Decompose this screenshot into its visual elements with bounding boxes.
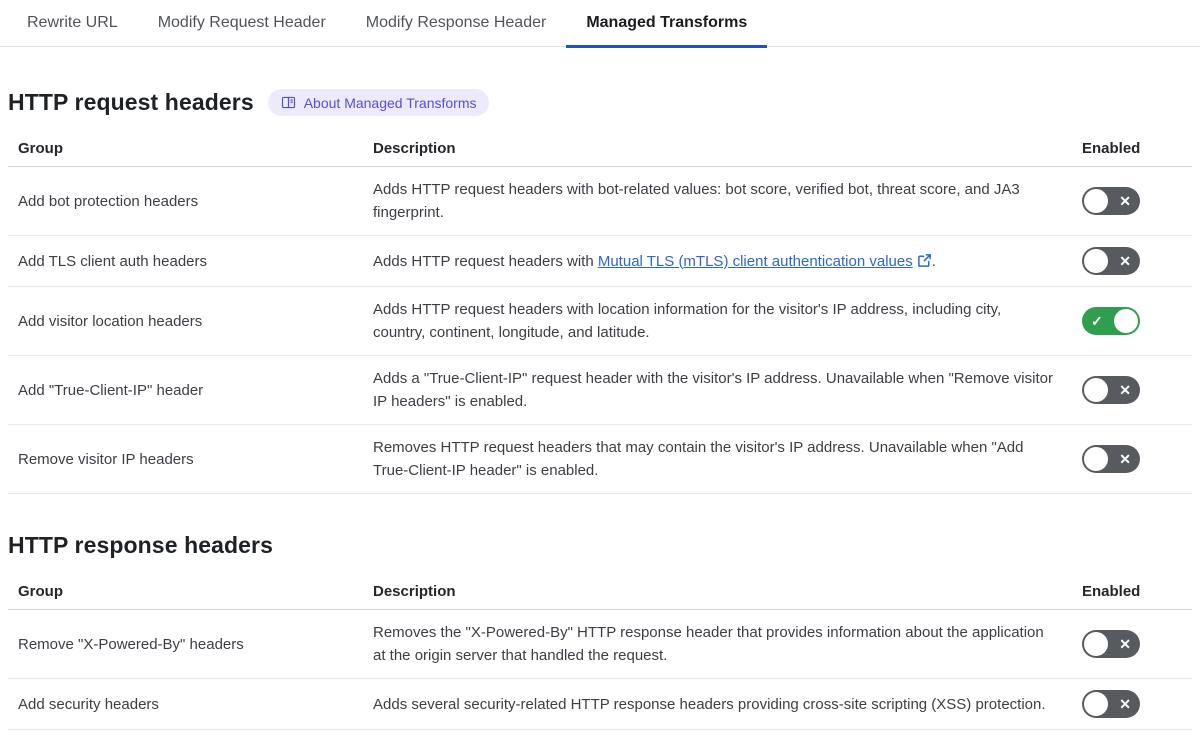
tab-rewrite-url[interactable]: Rewrite URL <box>7 14 138 46</box>
toggle-state-icon: ✕ <box>1119 382 1131 398</box>
description-cell: Adds HTTP request headers with Mutual TL… <box>363 235 1072 287</box>
description-cell: Removes HTTP request headers that may co… <box>363 424 1072 494</box>
about-managed-transforms-badge[interactable]: About Managed Transforms <box>267 89 490 116</box>
description-cell: Adds HTTP request headers with bot-relat… <box>363 166 1072 236</box>
badge-label: About Managed Transforms <box>303 94 477 111</box>
toggle-knob <box>1084 447 1108 471</box>
enabled-toggle[interactable]: ✕ <box>1082 376 1140 404</box>
toggle-state-icon: ✕ <box>1119 451 1131 467</box>
table-row: Add bot protection headers Adds HTTP req… <box>8 166 1192 236</box>
enabled-toggle[interactable]: ✕ <box>1082 630 1140 658</box>
column-header-description: Description <box>363 573 1072 610</box>
table-row: Add visitor location headers Adds HTTP r… <box>8 286 1192 356</box>
table-row: Add TLS client auth headers Adds HTTP re… <box>8 235 1192 287</box>
tab-modify-request-header[interactable]: Modify Request Header <box>138 14 346 46</box>
column-header-group: Group <box>8 573 363 610</box>
request-section-title: HTTP request headers <box>8 89 254 115</box>
description-cell: Adds a "True-Client-IP" request header w… <box>363 355 1072 425</box>
response-section-title: HTTP response headers <box>8 532 273 558</box>
toggle-knob <box>1084 249 1108 273</box>
response-headers-table: Group Description Enabled Remove "X-Powe… <box>8 573 1192 730</box>
toggle-knob <box>1084 378 1108 402</box>
column-header-group: Group <box>8 130 363 167</box>
group-cell: Remove "X-Powered-By" headers <box>8 609 363 679</box>
response-headers-section: HTTP response headers Group Description … <box>8 532 1192 730</box>
description-cell: Adds HTTP request headers with location … <box>363 286 1072 356</box>
toggle-state-icon: ✕ <box>1119 636 1131 652</box>
tab-bar: Rewrite URL Modify Request Header Modify R… <box>0 0 1200 48</box>
toggle-knob <box>1114 309 1138 333</box>
enabled-toggle[interactable]: ✕ <box>1082 445 1140 473</box>
column-header-description: Description <box>363 130 1072 167</box>
request-headers-section: HTTP request headers About Managed Trans… <box>8 89 1192 494</box>
table-row: Add security headers Adds several securi… <box>8 678 1192 730</box>
tab-modify-response-header[interactable]: Modify Response Header <box>346 14 567 46</box>
group-cell: Add "True-Client-IP" header <box>8 355 363 425</box>
column-header-enabled: Enabled <box>1072 130 1192 167</box>
description-link[interactable]: Mutual TLS (mTLS) client authentication … <box>598 253 913 270</box>
group-cell: Add bot protection headers <box>8 166 363 236</box>
toggle-knob <box>1084 189 1108 213</box>
enabled-toggle[interactable]: ✕ <box>1082 690 1140 718</box>
tab-managed-transforms[interactable]: Managed Transforms <box>566 14 768 48</box>
table-row: Remove visitor IP headers Removes HTTP r… <box>8 424 1192 494</box>
group-cell: Add security headers <box>8 678 363 730</box>
enabled-toggle[interactable]: ✕ <box>1082 247 1140 275</box>
toggle-state-icon: ✕ <box>1119 696 1131 712</box>
external-link-icon[interactable] <box>917 253 932 268</box>
toggle-knob <box>1084 692 1108 716</box>
enabled-toggle[interactable]: ✓ <box>1082 307 1140 335</box>
description-cell: Removes the "X-Powered-By" HTTP response… <box>363 609 1072 679</box>
group-cell: Add TLS client auth headers <box>8 235 363 287</box>
request-headers-table: Group Description Enabled Add bot protec… <box>8 130 1192 494</box>
enabled-toggle[interactable]: ✕ <box>1082 187 1140 215</box>
group-cell: Remove visitor IP headers <box>8 424 363 494</box>
table-row: Remove "X-Powered-By" headers Removes th… <box>8 609 1192 679</box>
description-cell: Adds several security-related HTTP respo… <box>363 678 1072 730</box>
book-icon <box>281 96 295 109</box>
table-row: Add "True-Client-IP" header Adds a "True… <box>8 355 1192 425</box>
toggle-state-icon: ✕ <box>1119 193 1131 209</box>
column-header-enabled: Enabled <box>1072 573 1192 610</box>
toggle-state-icon: ✓ <box>1091 313 1103 329</box>
managed-transforms-page: HTTP request headers About Managed Trans… <box>0 89 1200 730</box>
toggle-state-icon: ✕ <box>1119 253 1131 269</box>
toggle-knob <box>1084 632 1108 656</box>
group-cell: Add visitor location headers <box>8 286 363 356</box>
